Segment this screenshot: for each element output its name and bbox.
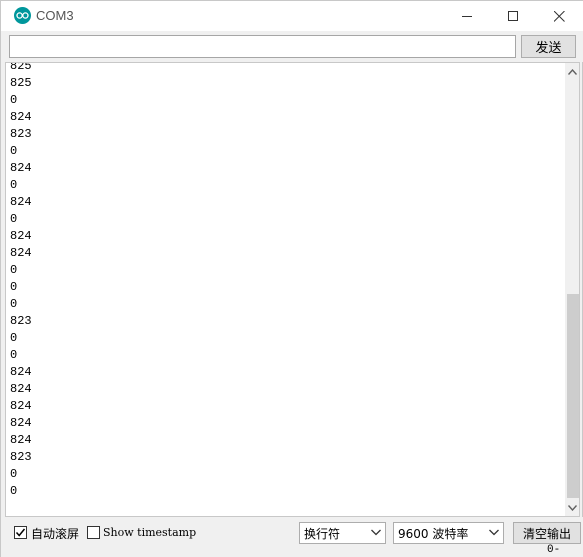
serial-output[interactable]: 825 825 0 824 823 0 824 0 824 0 824 824 0 0 0 823 0 0 824 8… <box>5 62 580 517</box>
scroll-down-button[interactable] <box>565 500 579 515</box>
output-line: 0 <box>10 263 18 277</box>
close-icon <box>553 10 565 22</box>
output-line: 824 <box>10 433 32 447</box>
maximize-button[interactable] <box>490 1 536 31</box>
chevron-up-icon <box>568 68 577 75</box>
scroll-thumb[interactable] <box>567 294 579 498</box>
clipped-text: 0- <box>547 544 561 556</box>
output-line: 824 <box>10 110 32 124</box>
output-line: 824 <box>10 229 32 243</box>
chevron-down-icon <box>568 504 577 511</box>
baud-rate-select[interactable]: 9600 波特率 <box>393 522 504 544</box>
output-line: 0 <box>10 297 18 311</box>
show-timestamp-label[interactable]: Show timestamp <box>103 526 196 539</box>
clear-output-button[interactable]: 清空输出 <box>513 522 581 544</box>
send-row: 发送 <box>1 31 583 62</box>
minimize-icon <box>461 15 472 17</box>
output-line: 0 <box>10 484 18 498</box>
scroll-up-button[interactable] <box>565 64 579 79</box>
vertical-scrollbar[interactable] <box>565 63 579 516</box>
output-line: 0 <box>10 93 18 107</box>
minimize-button[interactable] <box>444 1 490 31</box>
output-line: 0 <box>10 212 18 226</box>
output-line: 0 <box>10 467 18 481</box>
show-timestamp-checkbox[interactable] <box>87 526 100 539</box>
output-line: 825 <box>10 76 32 90</box>
output-line: 0 <box>10 348 18 362</box>
send-button[interactable]: 发送 <box>521 35 576 58</box>
output-line: 824 <box>10 416 32 430</box>
maximize-icon <box>507 10 518 21</box>
output-line: 0 <box>10 178 18 192</box>
output-line: 825 <box>10 62 32 73</box>
output-line: 0 <box>10 280 18 294</box>
serial-monitor-window: COM3 发送 825 825 0 824 823 0 824 0 824 0 824 824 0 0 0 8… <box>0 0 583 557</box>
line-ending-value: 换行符 <box>304 526 341 541</box>
checkmark-icon <box>15 528 26 537</box>
chevron-down-icon <box>371 529 381 536</box>
output-line: 0 <box>10 144 18 158</box>
output-line: 0 <box>10 331 18 345</box>
autoscroll-checkbox[interactable] <box>14 526 27 539</box>
output-line: 824 <box>10 399 32 413</box>
line-ending-select[interactable]: 换行符 <box>299 522 386 544</box>
output-line: 824 <box>10 365 32 379</box>
output-line: 823 <box>10 450 32 464</box>
send-input[interactable] <box>9 35 516 58</box>
close-button[interactable] <box>536 1 582 31</box>
output-line: 823 <box>10 127 32 141</box>
title-bar: COM3 <box>1 1 583 31</box>
output-line: 823 <box>10 314 32 328</box>
output-lines: 825 825 0 824 823 0 824 0 824 0 824 824 0 0 0 823 0 0 824 8… <box>10 62 550 500</box>
output-line: 824 <box>10 161 32 175</box>
output-line: 824 <box>10 246 32 260</box>
chevron-down-icon <box>489 529 499 536</box>
baud-rate-value: 9600 波特率 <box>398 526 469 541</box>
window-title: COM3 <box>36 8 74 23</box>
output-line: 824 <box>10 382 32 396</box>
output-line: 824 <box>10 195 32 209</box>
bottom-toolbar: 自动滚屏 Show timestamp 换行符 9600 波特率 清空输出 0- <box>1 517 583 557</box>
autoscroll-label[interactable]: 自动滚屏 <box>31 525 79 542</box>
arduino-logo-icon <box>14 7 31 24</box>
